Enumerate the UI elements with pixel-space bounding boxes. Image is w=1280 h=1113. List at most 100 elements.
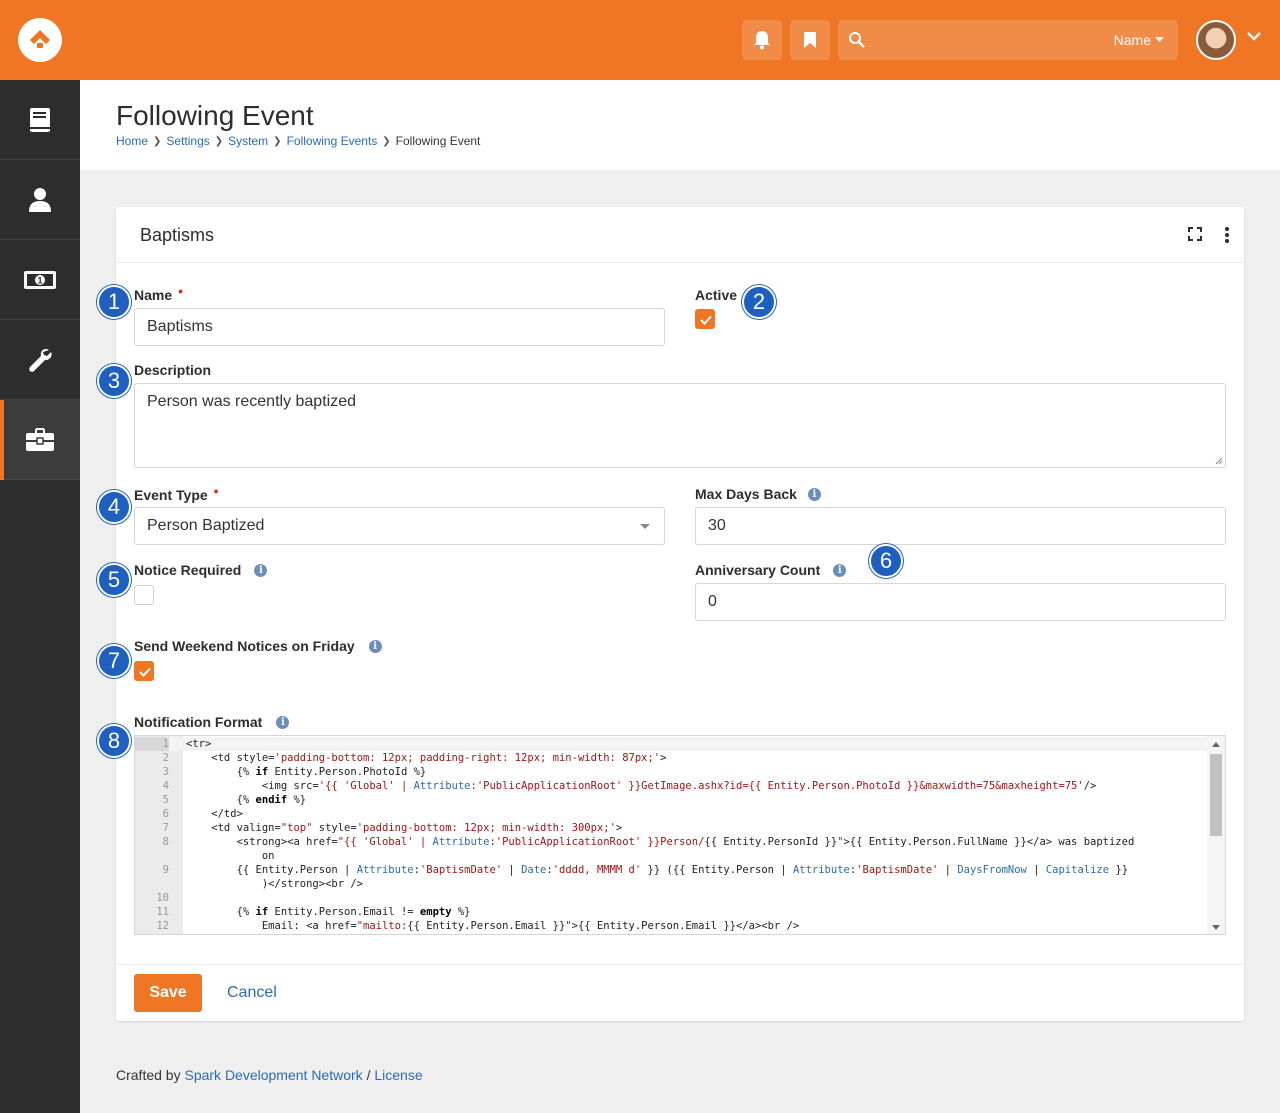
max-days-back-label-text: Max Days Back	[695, 486, 797, 502]
anniversary-count-field[interactable]: 0	[695, 583, 1226, 621]
callout-badge: 1	[97, 285, 131, 319]
sidebar-item-finance[interactable]: 1	[0, 240, 80, 320]
chevron-right-icon: ❯	[273, 135, 282, 147]
line-number: 9	[162, 864, 169, 876]
check-icon	[139, 667, 151, 677]
footer-license-link[interactable]: License	[374, 1067, 422, 1083]
code-line: 10	[135, 891, 1209, 905]
code-line: 7 <td valign="top" style='padding-bottom…	[135, 821, 1209, 835]
caret-down-icon	[1155, 37, 1164, 42]
name-field[interactable]: Baptisms	[134, 308, 665, 346]
search-input[interactable]: Name	[838, 20, 1178, 60]
top-bar: Name	[0, 0, 1280, 80]
name-label: Name •	[134, 283, 183, 303]
code-editor-scrollbar[interactable]	[1207, 736, 1225, 934]
breadcrumb-system[interactable]: System	[228, 134, 268, 148]
code-line: 6 </td>	[135, 807, 1209, 821]
event-type-label-text: Event Type	[134, 487, 208, 503]
bookmarks-button[interactable]	[790, 20, 830, 60]
fullscreen-icon[interactable]	[1188, 227, 1202, 241]
code-line: 12 Email: <a href="mailto:{{ Entity.Pers…	[135, 919, 1209, 933]
chevron-right-icon: ❯	[382, 135, 391, 147]
scrollbar-thumb[interactable]	[1210, 754, 1222, 836]
notification-format-code-editor[interactable]: 1 <tr> 2 <td style='padding-bottom: 12px…	[134, 735, 1226, 935]
required-indicator: •	[178, 283, 184, 299]
send-weekend-checkbox[interactable]	[134, 661, 154, 681]
info-icon[interactable]: i	[368, 639, 382, 653]
description-label-text: Description	[134, 362, 212, 378]
line-number: 11	[156, 906, 169, 918]
info-icon[interactable]: i	[833, 563, 847, 577]
callout-badge: 3	[97, 364, 131, 398]
money-icon: 1	[24, 270, 56, 289]
line-number: 6	[162, 808, 169, 820]
book-icon	[30, 107, 50, 132]
line-number: 5	[162, 794, 169, 806]
notification-format-label-text: Notification Format	[134, 714, 263, 730]
footer-prefix: Crafted by	[116, 1067, 181, 1083]
code-line: )</strong><br />	[186, 878, 364, 890]
line-number: 8	[162, 836, 169, 848]
code-line: 4 <img src='{{ 'Global' | Attribute:'Pub…	[135, 779, 1209, 793]
active-checkbox[interactable]	[695, 309, 715, 329]
avatar[interactable]	[1196, 20, 1236, 60]
event-type-select[interactable]: Person Baptized	[134, 507, 665, 545]
wrench-icon	[29, 348, 52, 372]
scroll-down-icon[interactable]	[1212, 925, 1220, 930]
sidebar-item-admin[interactable]	[0, 400, 80, 480]
info-icon[interactable]: i	[254, 563, 268, 577]
code-line: 2 <td style='padding-bottom: 12px; paddi…	[135, 751, 1209, 765]
max-days-back-label: Max Days Back i	[695, 486, 821, 502]
resize-grip-icon[interactable]	[1215, 457, 1223, 465]
code-line: 11 {% if Entity.Person.Email != empty %}	[135, 905, 1209, 919]
required-indicator: •	[213, 483, 219, 499]
footer-spark-link[interactable]: Spark Development Network	[184, 1067, 362, 1083]
rock-logo-icon[interactable]	[18, 18, 62, 62]
bookmark-icon	[804, 32, 816, 48]
scroll-up-icon[interactable]	[1212, 742, 1220, 747]
page-title: Following Event	[116, 100, 314, 131]
line-number: 12	[156, 920, 169, 932]
sidebar-item-tools[interactable]	[0, 320, 80, 400]
bell-icon	[754, 31, 770, 50]
code-line: 9 {{ Entity.Person | Attribute:'BaptismD…	[135, 863, 1209, 877]
chevron-down-icon[interactable]	[1246, 31, 1262, 41]
breadcrumb-settings[interactable]: Settings	[166, 134, 209, 148]
info-icon[interactable]: i	[807, 487, 821, 501]
description-label: Description	[134, 362, 211, 378]
svg-text:1: 1	[37, 275, 42, 285]
code-line: 1 <tr>	[135, 737, 1209, 751]
callout-badge: 6	[869, 544, 903, 578]
breadcrumb-home[interactable]: Home	[116, 134, 148, 148]
save-button[interactable]: Save	[134, 974, 202, 1012]
anniversary-count-label: Anniversary Count i	[695, 562, 847, 578]
max-days-back-field[interactable]: 30	[695, 507, 1226, 545]
page-header: Following Event Home ❯ Settings ❯ System…	[80, 80, 1280, 170]
code-line: 8 <strong><a href="{{ 'Global' | Attribu…	[135, 835, 1209, 849]
kebab-menu-icon[interactable]	[1224, 226, 1230, 244]
person-icon	[29, 187, 51, 212]
send-weekend-label: Send Weekend Notices on Friday i	[134, 638, 382, 654]
send-weekend-label-text: Send Weekend Notices on Friday	[134, 638, 355, 654]
code-line: 5 {% endif %}	[135, 793, 1209, 807]
description-value: Person was recently baptized	[147, 393, 356, 410]
sidebar-item-people[interactable]	[0, 160, 80, 240]
callout-badge: 8	[97, 724, 131, 758]
code-line: 3 {% if Entity.Person.PhotoId %}	[135, 765, 1209, 779]
cancel-button[interactable]: Cancel	[227, 984, 277, 1002]
search-filter-dropdown[interactable]: Name	[1114, 32, 1164, 48]
panel-footer-divider	[116, 964, 1244, 965]
code-line: on	[186, 850, 275, 862]
sidebar-item-content[interactable]	[0, 80, 80, 160]
panel-heading: Baptisms	[116, 207, 1244, 263]
info-icon[interactable]: i	[276, 715, 290, 729]
notifications-button[interactable]	[742, 20, 782, 60]
description-textarea[interactable]: Person was recently baptized	[134, 383, 1226, 468]
active-label-text: Active	[695, 287, 738, 303]
notice-required-checkbox[interactable]	[134, 585, 154, 605]
breadcrumb: Home ❯ Settings ❯ System ❯ Following Eve…	[116, 134, 480, 148]
notice-required-label-text: Notice Required	[134, 562, 242, 578]
name-label-text: Name	[134, 287, 173, 303]
breadcrumb-following-events[interactable]: Following Events	[287, 134, 378, 148]
chevron-right-icon: ❯	[153, 135, 162, 147]
